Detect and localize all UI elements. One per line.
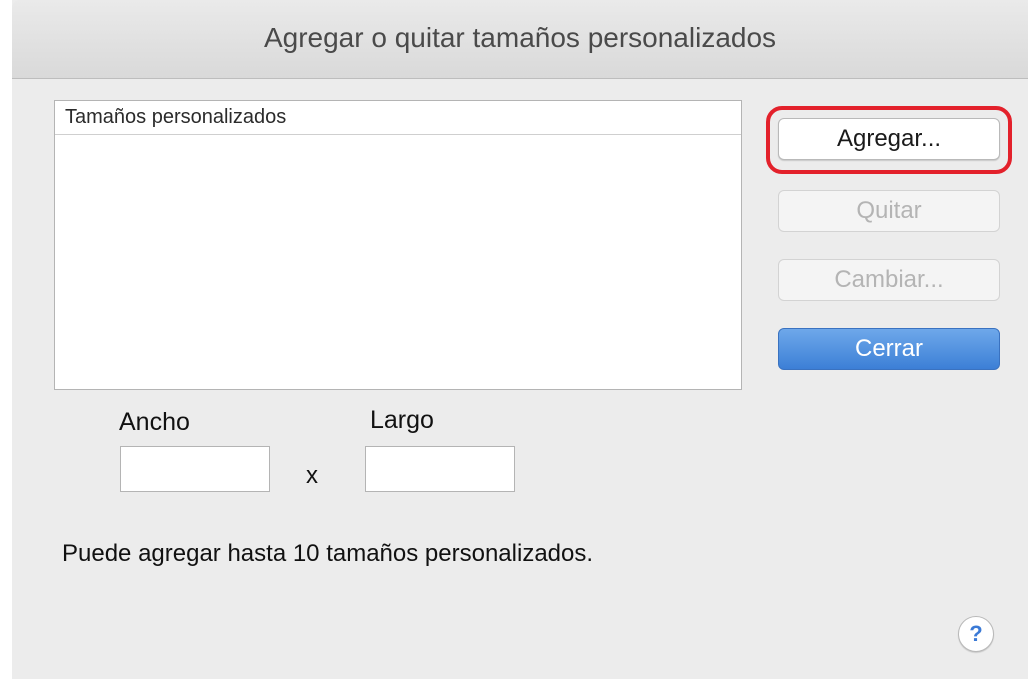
close-button[interactable]: Cerrar (778, 328, 1000, 370)
window-title: Agregar o quitar tamaños personalizados (263, 22, 777, 53)
remove-button[interactable]: Quitar (778, 190, 1000, 232)
info-text: Puede agregar hasta 10 tamaños personali… (62, 540, 594, 567)
change-button[interactable]: Cambiar... (778, 259, 1000, 301)
length-label: Largo (370, 406, 434, 434)
list-column-header: Tamaños personalizados (55, 101, 741, 135)
dialog-window: Agregar o quitar tamaños personalizados … (12, 0, 1028, 679)
width-field[interactable] (120, 446, 270, 492)
length-field[interactable] (365, 446, 515, 492)
title-bar: Agregar o quitar tamaños personalizados (12, 0, 1028, 79)
width-label: Ancho (119, 408, 190, 436)
help-icon[interactable]: ? (958, 616, 994, 652)
custom-sizes-list[interactable]: Tamaños personalizados (54, 100, 742, 390)
size-separator: x (306, 462, 318, 489)
add-button-highlight (766, 106, 1012, 174)
